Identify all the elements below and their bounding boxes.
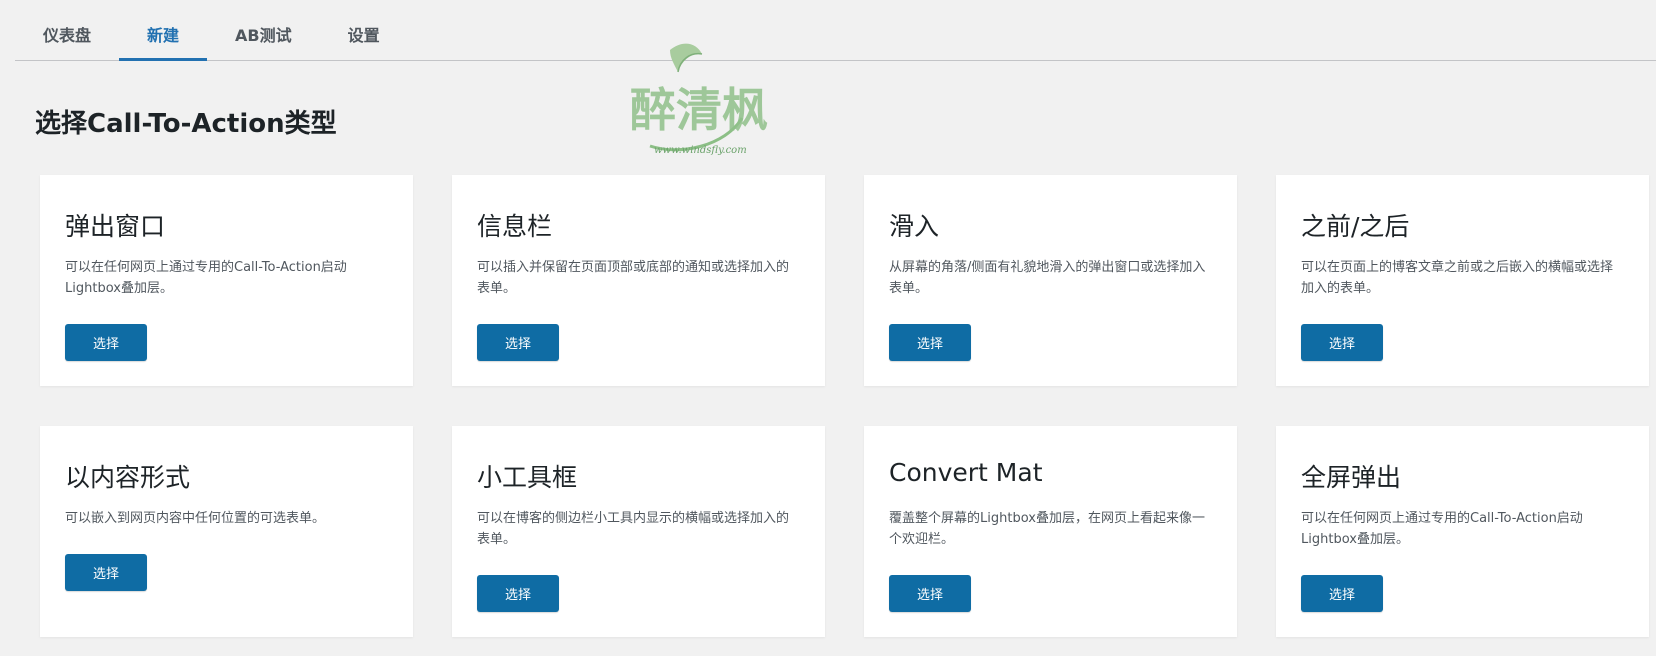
card-title: Convert Mat <box>889 458 1043 487</box>
select-before-after-button[interactable]: 选择 <box>1301 324 1383 361</box>
card-description: 可以在任何网页上通过专用的Call-To-Action启动Lightbox叠加层… <box>1301 511 1583 547</box>
select-widget-box-button[interactable]: 选择 <box>477 575 559 612</box>
tab-new[interactable]: 新建 <box>119 0 208 61</box>
tab-dashboard[interactable]: 仪表盘 <box>15 0 119 60</box>
watermark-url: www.windsfly.com <box>654 145 747 156</box>
select-inline-button[interactable]: 选择 <box>65 554 147 591</box>
select-fullscreen-button[interactable]: 选择 <box>1301 575 1383 612</box>
select-slide-in-button[interactable]: 选择 <box>889 324 971 361</box>
select-info-bar-button[interactable]: 选择 <box>477 324 559 361</box>
card-description: 从屏幕的角落/侧面有礼貌地滑入的弹出窗口或选择加入表单。 <box>889 260 1206 296</box>
cta-card-fullscreen: 全屏弹出 可以在任何网页上通过专用的Call-To-Action启动Lightb… <box>1276 426 1649 637</box>
tab-settings[interactable]: 设置 <box>320 0 408 60</box>
cta-card-inline: 以内容形式 可以嵌入到网页内容中任何位置的可选表单。 选择 <box>40 426 413 637</box>
cta-card-slide-in: 滑入 从屏幕的角落/侧面有礼貌地滑入的弹出窗口或选择加入表单。 选择 <box>864 175 1237 386</box>
tab-bar: 仪表盘 新建 AB测试 设置 <box>15 0 1656 61</box>
watermark-text: 醉清枫 <box>630 83 768 137</box>
card-title: 滑入 <box>889 212 940 241</box>
tab-ab-test[interactable]: AB测试 <box>207 0 320 60</box>
card-title: 以内容形式 <box>65 463 191 492</box>
cta-card-convert-mat: Convert Mat 覆盖整个屏幕的Lightbox叠加层，在网页上看起来像一… <box>864 426 1237 637</box>
cta-card-popup: 弹出窗口 可以在任何网页上通过专用的Call-To-Action启动Lightb… <box>40 175 413 386</box>
cta-card-before-after: 之前/之后 可以在页面上的博客文章之前或之后嵌入的横幅或选择加入的表单。 选择 <box>1276 175 1649 386</box>
cta-card-info-bar: 信息栏 可以插入并保留在页面顶部或底部的通知或选择加入的表单。 选择 <box>452 175 825 386</box>
page-title: 选择Call-To-Action类型 <box>35 109 337 139</box>
card-description: 可以在页面上的博客文章之前或之后嵌入的横幅或选择加入的表单。 <box>1301 260 1614 296</box>
card-description: 可以嵌入到网页内容中任何位置的可选表单。 <box>65 511 326 526</box>
card-title: 全屏弹出 <box>1301 463 1402 492</box>
card-title: 之前/之后 <box>1301 212 1410 241</box>
card-description: 可以插入并保留在页面顶部或底部的通知或选择加入的表单。 <box>477 260 790 296</box>
card-title: 信息栏 <box>477 212 553 241</box>
select-popup-button[interactable]: 选择 <box>65 324 147 361</box>
cta-card-widget-box: 小工具框 可以在博客的侧边栏小工具内显示的横幅或选择加入的表单。 选择 <box>452 426 825 637</box>
select-convert-mat-button[interactable]: 选择 <box>889 575 971 612</box>
card-title: 弹出窗口 <box>65 212 166 241</box>
card-description: 可以在任何网页上通过专用的Call-To-Action启动Lightbox叠加层… <box>65 260 347 296</box>
card-description: 可以在博客的侧边栏小工具内显示的横幅或选择加入的表单。 <box>477 511 790 547</box>
card-title: 小工具框 <box>477 463 578 492</box>
card-description: 覆盖整个屏幕的Lightbox叠加层，在网页上看起来像一个欢迎栏。 <box>889 511 1205 547</box>
